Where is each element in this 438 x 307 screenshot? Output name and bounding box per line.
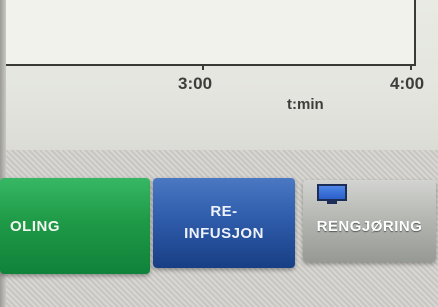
right-axis-line <box>414 0 416 66</box>
reinfusion-label-line1: RE- <box>210 203 238 220</box>
reinfusion-button[interactable]: RE- INFUSJON <box>153 178 295 268</box>
cleaning-button[interactable]: RENGJØRING <box>303 180 436 262</box>
monitor-icon <box>317 184 347 201</box>
cooling-button-label: OLING <box>10 217 60 235</box>
x-tick-4 <box>410 64 412 70</box>
x-tick-label: 3:00 <box>178 74 213 93</box>
monitor-stand-icon <box>327 201 337 204</box>
x-tick-3 <box>202 64 204 70</box>
x-axis-line <box>6 64 416 66</box>
x-tick-label: 4:00 <box>390 74 425 93</box>
cooling-button[interactable]: OLING <box>0 178 150 274</box>
trend-chart-area: 3:00 4:00 t:min <box>6 0 438 150</box>
reinfusion-label-line2: INFUSJON <box>184 225 264 242</box>
cleaning-button-label: RENGJØRING <box>316 217 423 235</box>
button-panel: OLING RE- INFUSJON RENGJØRING <box>0 150 438 307</box>
x-axis-unit: t:min <box>287 96 324 113</box>
plot-area <box>6 0 416 64</box>
